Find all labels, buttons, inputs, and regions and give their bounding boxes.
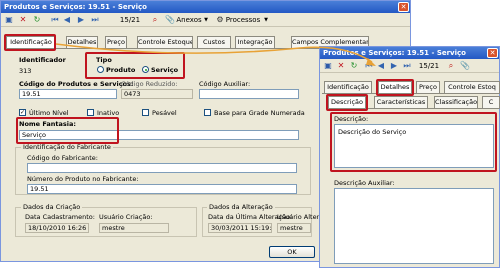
connector-arrow bbox=[55, 43, 376, 66]
connector-arrow-path bbox=[55, 43, 373, 63]
